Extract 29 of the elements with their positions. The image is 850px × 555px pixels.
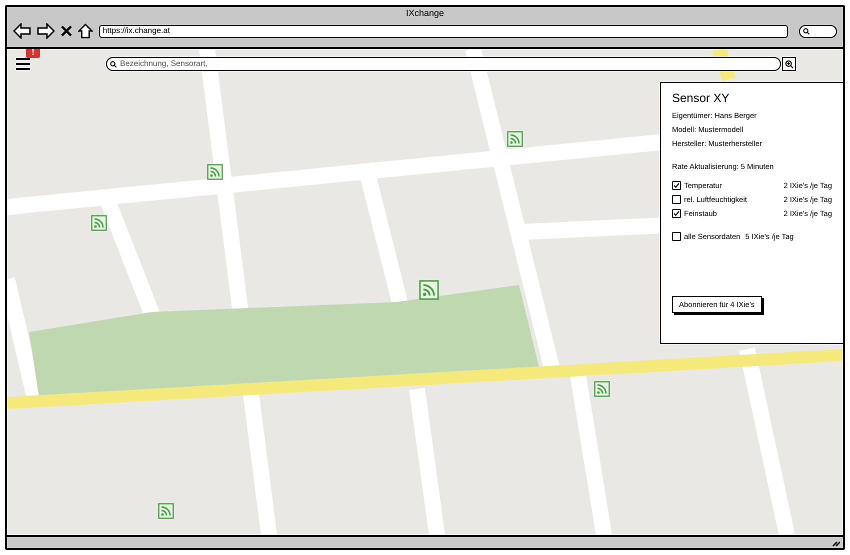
- checkmark-icon: [673, 182, 680, 189]
- checkmark-icon: [673, 210, 680, 217]
- rss-feed-icon[interactable]: [507, 131, 523, 147]
- rss-feed-icon[interactable]: [158, 503, 174, 519]
- notification-badge: !: [26, 49, 40, 58]
- rss-feed-icon[interactable]: [594, 381, 610, 397]
- zoom-in-icon: [784, 60, 794, 68]
- close-icon[interactable]: [60, 25, 72, 37]
- search-input[interactable]: Bezeichnung, Sensorart,: [120, 58, 777, 70]
- search-field[interactable]: Bezeichnung, Sensorart,: [106, 57, 781, 71]
- resize-grip-icon[interactable]: [832, 538, 840, 546]
- sensor-title: Sensor XY: [672, 91, 730, 106]
- home-icon[interactable]: [78, 23, 93, 39]
- menu-icon[interactable]: [15, 57, 31, 71]
- checkbox[interactable]: [672, 232, 681, 241]
- checkbox[interactable]: [672, 181, 681, 190]
- window-title: IXchange: [404, 8, 446, 19]
- forward-arrow-icon[interactable]: [36, 23, 55, 39]
- checkbox[interactable]: [672, 195, 681, 204]
- search-icon: [803, 28, 810, 34]
- browser-search-field[interactable]: [799, 24, 838, 38]
- search-button[interactable]: [782, 57, 796, 71]
- checkbox[interactable]: [672, 209, 681, 218]
- search-icon: [110, 60, 117, 68]
- rss-feed-icon[interactable]: [207, 164, 223, 180]
- rss-feed-icon[interactable]: [91, 215, 107, 231]
- url-field[interactable]: https://ix.change.at: [98, 24, 788, 38]
- back-arrow-icon[interactable]: [13, 23, 31, 39]
- rss-feed-icon[interactable]: [419, 280, 439, 300]
